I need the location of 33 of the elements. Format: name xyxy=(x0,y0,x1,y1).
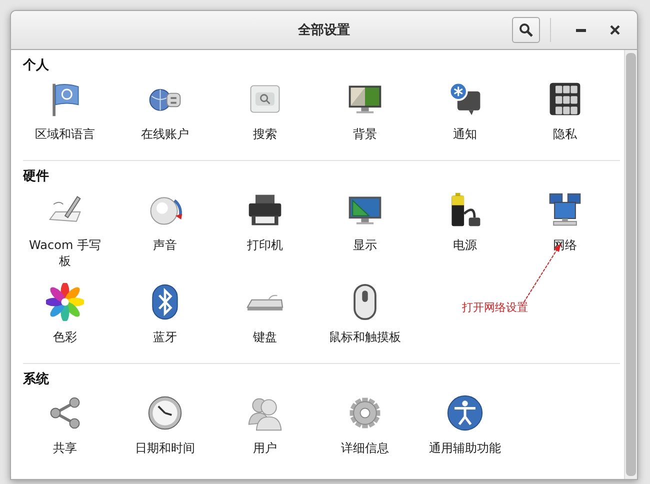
close-icon xyxy=(610,25,620,35)
settings-item[interactable]: 在线账户 xyxy=(115,80,215,152)
settings-item[interactable]: 区域和语言 xyxy=(15,80,115,152)
settings-item[interactable]: 搜索 xyxy=(215,80,315,152)
accessibility-icon xyxy=(446,394,484,432)
settings-item[interactable]: 显示 xyxy=(315,191,415,263)
settings-item[interactable]: 用户 xyxy=(215,394,315,466)
scrollbar[interactable] xyxy=(624,50,637,479)
color-flower-icon xyxy=(46,283,84,321)
settings-item[interactable]: 通知 xyxy=(415,80,515,152)
settings-item[interactable]: 背景 xyxy=(315,80,415,152)
settings-item[interactable]: 详细信息 xyxy=(315,394,415,466)
settings-item[interactable]: 打印机 xyxy=(215,191,315,263)
section-heading: 系统 xyxy=(23,370,50,388)
section-heading: 个人 xyxy=(23,57,50,74)
settings-item[interactable]: 电源 xyxy=(415,191,515,263)
section-heading: 硬件 xyxy=(23,168,50,185)
keyboard-icon xyxy=(246,294,284,310)
settings-item[interactable]: 蓝牙 xyxy=(115,283,215,355)
search-button[interactable] xyxy=(512,17,540,43)
settings-item[interactable]: 声音 xyxy=(115,191,215,263)
settings-item[interactable]: 日期和时间 xyxy=(115,394,215,466)
search-icon xyxy=(519,23,533,37)
settings-item[interactable]: 共享 xyxy=(15,394,115,466)
settings-item[interactable]: 键盘 xyxy=(215,283,315,355)
clock-icon xyxy=(146,394,184,432)
window-title: 全部设置 xyxy=(298,22,350,39)
settings-item[interactable]: 鼠标和触摸板 xyxy=(315,283,415,355)
settings-item[interactable]: 隐私 xyxy=(515,80,615,152)
settings-item[interactable]: 通用辅助功能 xyxy=(415,394,515,466)
settings-item[interactable]: 色彩 xyxy=(15,283,115,355)
annotation-text: 打开网络设置 xyxy=(462,300,528,315)
minimize-icon xyxy=(576,28,586,32)
